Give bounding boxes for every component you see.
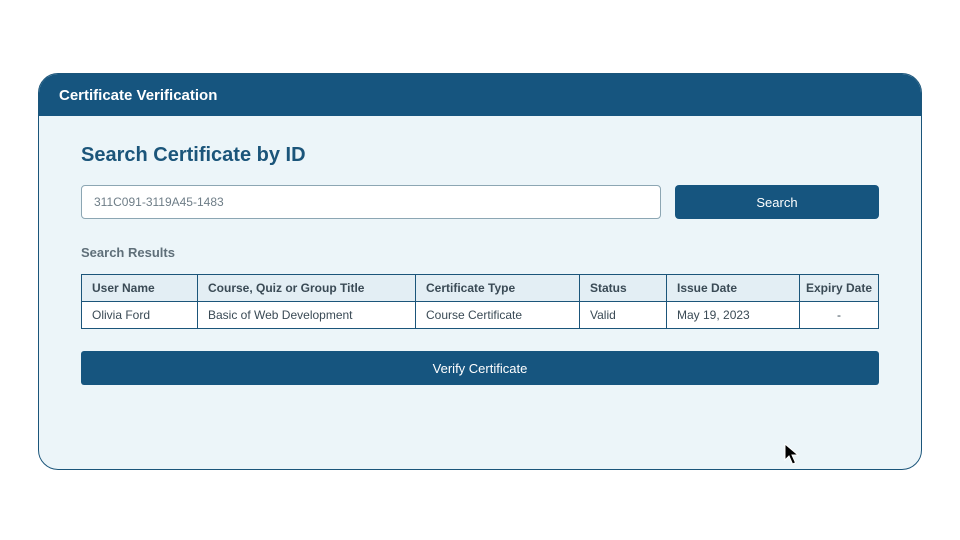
search-row: Search — [81, 185, 879, 219]
results-table: User Name Course, Quiz or Group Title Ce… — [81, 274, 879, 329]
cell-expiry: - — [800, 302, 878, 328]
col-status: Status — [580, 275, 667, 301]
cell-course: Basic of Web Development — [198, 302, 416, 328]
panel-header: Certificate Verification — [39, 74, 921, 116]
cell-user: Olivia Ford — [82, 302, 198, 328]
cell-issue: May 19, 2023 — [667, 302, 800, 328]
search-section-title: Search Certificate by ID — [81, 144, 879, 167]
verify-certificate-button[interactable]: Verify Certificate — [81, 351, 879, 385]
certificate-id-input[interactable] — [81, 185, 661, 219]
table-header-row: User Name Course, Quiz or Group Title Ce… — [82, 275, 878, 302]
results-label: Search Results — [81, 245, 879, 260]
certificate-verification-panel: Certificate Verification Search Certific… — [38, 73, 922, 470]
col-expiry: Expiry Date — [800, 275, 878, 301]
col-issue: Issue Date — [667, 275, 800, 301]
cell-status: Valid — [580, 302, 667, 328]
panel-content: Search Certificate by ID Search Search R… — [39, 116, 921, 405]
search-button[interactable]: Search — [675, 185, 879, 219]
col-course: Course, Quiz or Group Title — [198, 275, 416, 301]
cell-type: Course Certificate — [416, 302, 580, 328]
table-row: Olivia Ford Basic of Web Development Cou… — [82, 302, 878, 328]
col-type: Certificate Type — [416, 275, 580, 301]
panel-title: Certificate Verification — [59, 87, 217, 104]
col-user: User Name — [82, 275, 198, 301]
